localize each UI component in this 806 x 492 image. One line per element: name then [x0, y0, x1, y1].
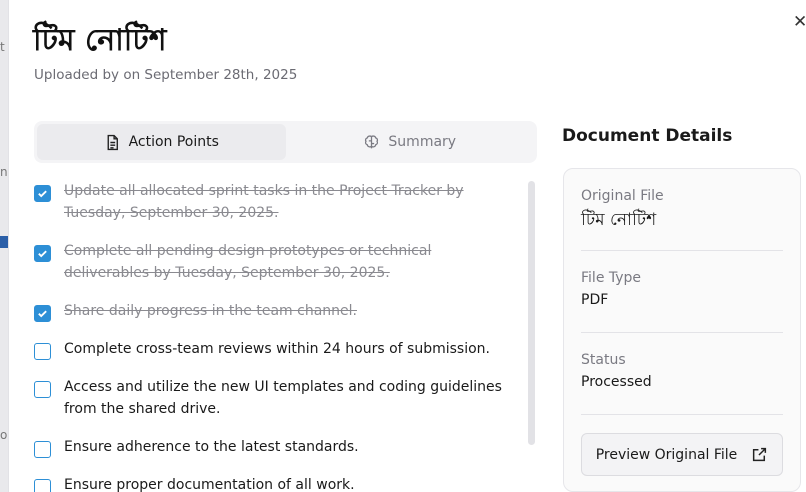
- check-icon: [38, 250, 47, 258]
- original-file-field: Original File টিম নোটিশ: [581, 188, 783, 235]
- list-item: Complete cross-team reviews within 24 ho…: [34, 338, 514, 360]
- field-label: Original File: [581, 188, 664, 204]
- document-modal: ✕ টিম নোটিশ Uploaded by on September 28t…: [8, 0, 806, 492]
- close-icon[interactable]: ✕: [793, 14, 806, 31]
- check-icon: [38, 310, 47, 318]
- divider: [581, 414, 783, 415]
- field-label: File Type: [581, 270, 642, 286]
- checkbox[interactable]: [34, 305, 51, 322]
- status-field: Status Processed: [581, 352, 783, 390]
- checkbox[interactable]: [34, 441, 51, 458]
- list-item: Complete all pending design prototypes o…: [34, 240, 514, 284]
- field-label: Status: [581, 352, 626, 368]
- details-heading: Document Details: [562, 126, 733, 146]
- action-point-text: Access and utilize the new UI templates …: [64, 379, 502, 417]
- list-item: Share daily progress in the team channel…: [34, 300, 514, 322]
- checkbox[interactable]: [34, 479, 51, 492]
- action-points-list: Update all allocated sprint tasks in the…: [34, 178, 514, 492]
- action-point-text: Share daily progress in the team channel…: [64, 303, 357, 319]
- check-icon: [38, 190, 47, 198]
- field-value: PDF: [581, 292, 609, 308]
- tab-label: Action Points: [128, 134, 219, 150]
- view-tabs: Action Points Summary: [34, 121, 537, 163]
- list-item: Ensure proper documentation of all work.: [34, 474, 514, 492]
- tab-action-points[interactable]: Action Points: [37, 124, 286, 160]
- checkbox[interactable]: [34, 245, 51, 262]
- file-type-field: File Type PDF: [581, 270, 783, 308]
- checkbox[interactable]: [34, 185, 51, 202]
- tab-label: Summary: [388, 134, 457, 150]
- external-link-icon: [753, 447, 767, 462]
- upload-info: Uploaded by on September 28th, 2025: [34, 67, 298, 83]
- brain-icon: [365, 134, 379, 148]
- field-value: Processed: [581, 374, 652, 390]
- list-scrollbar[interactable]: [528, 181, 535, 445]
- document-title: টিম নোটিশ: [33, 23, 167, 58]
- field-value: টিম নোটিশ: [581, 210, 657, 230]
- background-page: t n o: [0, 0, 8, 492]
- checkbox[interactable]: [34, 343, 51, 360]
- preview-original-file-button[interactable]: Preview Original File: [581, 433, 783, 476]
- list-item: Access and utilize the new UI templates …: [34, 376, 514, 420]
- divider: [581, 250, 783, 251]
- action-point-text: Ensure proper documentation of all work.: [64, 477, 355, 492]
- checkbox[interactable]: [34, 381, 51, 398]
- document-icon: [107, 134, 118, 150]
- list-item: Ensure adherence to the latest standards…: [34, 436, 514, 458]
- document-details-card: Original File টিম নোটিশ File Type PDF St…: [563, 168, 801, 492]
- list-item: Update all allocated sprint tasks in the…: [34, 180, 514, 224]
- tab-summary[interactable]: Summary: [286, 124, 535, 160]
- action-point-text: Complete all pending design prototypes o…: [64, 243, 432, 281]
- action-point-text: Complete cross-team reviews within 24 ho…: [64, 341, 490, 357]
- action-point-text: Ensure adherence to the latest standards…: [64, 439, 359, 455]
- action-point-text: Update all allocated sprint tasks in the…: [64, 183, 464, 221]
- divider: [581, 332, 783, 333]
- button-label: Preview Original File: [595, 446, 738, 463]
